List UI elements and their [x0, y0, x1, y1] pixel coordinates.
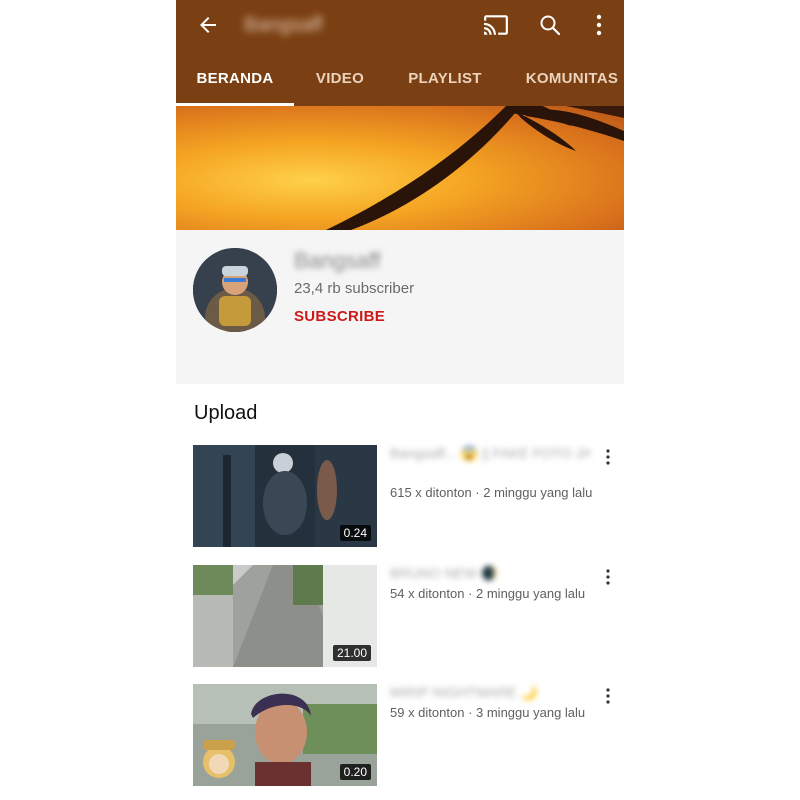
view-count: 59 x ditonton: [390, 705, 465, 720]
video-item[interactable]: 0.20 MIRIP NIGHTMARE 🌙 59 x ditonton · 3…: [193, 684, 624, 786]
channel-tabs: BERANDA VIDEO PLAYLIST KOMUNITAS: [176, 50, 624, 106]
arrow-back-icon[interactable]: [192, 9, 224, 41]
video-meta: 54 x ditonton · 2 minggu yang lalu: [390, 586, 586, 601]
video-item[interactable]: 0.24 Bangsaff... 😱 || FAKE FOTO JASON ||…: [193, 445, 624, 547]
video-title[interactable]: Bangsaff... 😱 || FAKE FOTO JASON ||: [390, 445, 590, 461]
tab-video[interactable]: VIDEO: [294, 50, 386, 106]
search-icon[interactable]: [534, 9, 566, 41]
video-title[interactable]: MIRIP NIGHTMARE 🌙: [390, 684, 590, 700]
video-thumbnail[interactable]: 21.00: [193, 565, 377, 667]
video-meta: 615 x ditonton · 2 minggu yang lalu: [390, 485, 593, 500]
tab-komunitas[interactable]: KOMUNITAS: [504, 50, 624, 106]
video-thumbnail[interactable]: 0.24: [193, 445, 377, 547]
channel-banner: [176, 106, 624, 230]
video-title[interactable]: BRUNO NEW 🌒: [390, 565, 590, 581]
upload-age: 2 minggu yang lalu: [476, 586, 586, 601]
video-item[interactable]: 21.00 BRUNO NEW 🌒 54 x ditonton · 2 ming…: [193, 565, 624, 667]
tab-playlist[interactable]: PLAYLIST: [386, 50, 504, 106]
video-duration: 0.24: [339, 525, 371, 541]
channel-info: Bangsaff 23,4 rb subscriber SUBSCRIBE: [176, 230, 624, 384]
avatar[interactable]: [193, 248, 277, 332]
channel-name: Bangsaff: [294, 248, 381, 273]
youtube-channel-screen: Bangsaff BERANDA VIDEO PLAYLIST KOMUNITA…: [176, 0, 624, 800]
tab-beranda[interactable]: BERANDA: [176, 50, 294, 106]
upload-age: 2 minggu yang lalu: [483, 485, 593, 500]
subscriber-count: 23,4 rb subscriber: [294, 280, 415, 297]
upload-age: 3 minggu yang lalu: [476, 705, 586, 720]
view-count: 615 x ditonton: [390, 485, 472, 500]
video-duration: 21.00: [332, 645, 371, 661]
more-vert-icon[interactable]: [598, 447, 618, 467]
video-duration: 0.20: [339, 764, 371, 780]
more-vert-icon[interactable]: [598, 567, 618, 587]
more-vert-icon[interactable]: [598, 686, 618, 706]
app-bar: Bangsaff: [176, 0, 624, 50]
video-thumbnail[interactable]: 0.20: [193, 684, 377, 786]
more-vert-icon[interactable]: [583, 9, 615, 41]
view-count: 54 x ditonton: [390, 586, 465, 601]
channel-title: Bangsaff: [244, 14, 323, 36]
video-meta: 59 x ditonton · 3 minggu yang lalu: [390, 705, 586, 720]
subscribe-button[interactable]: SUBSCRIBE: [294, 308, 385, 325]
cast-icon[interactable]: [480, 9, 512, 41]
section-title: Upload: [194, 402, 258, 424]
